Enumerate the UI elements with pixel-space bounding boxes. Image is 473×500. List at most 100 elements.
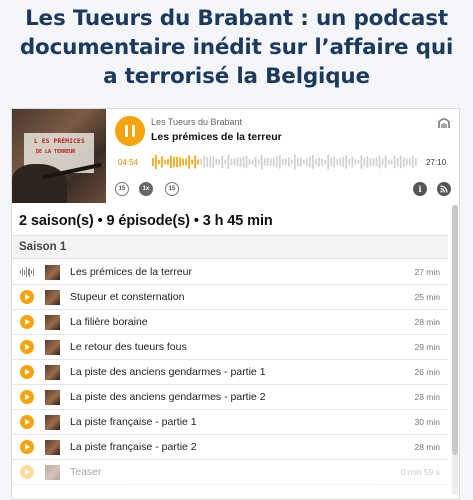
episode-row[interactable]: Stupeur et consternation 25 min	[12, 285, 448, 310]
play-icon[interactable]	[20, 340, 34, 354]
waveform-bar	[182, 158, 184, 166]
waveform-bar	[360, 155, 363, 169]
waveform-bar	[294, 154, 296, 170]
waveform-bar	[254, 156, 257, 168]
rewind-15-button[interactable]: 15	[115, 182, 129, 196]
waveform-bar	[155, 154, 157, 170]
waveform-bar	[342, 157, 345, 167]
episode-list-scrollbar[interactable]	[452, 205, 458, 495]
waveform-bar	[411, 156, 414, 168]
waveform-bar	[399, 155, 402, 169]
rss-button[interactable]	[437, 182, 451, 196]
ausha-logo-icon[interactable]	[437, 116, 451, 130]
waveform-bar	[348, 158, 351, 166]
waveform-bar	[245, 155, 248, 169]
play-icon[interactable]	[20, 365, 34, 379]
waveform-bar	[309, 156, 311, 168]
waveform-bar	[369, 158, 372, 166]
episode-duration: 28 min	[414, 317, 440, 327]
play-icon[interactable]	[20, 465, 34, 479]
playback-speed-button[interactable]: 1x	[139, 182, 153, 196]
episode-list: Les prémices de la terreur 27 min Stupeur …	[12, 260, 448, 485]
waveform-progress[interactable]	[152, 153, 418, 171]
waveform-bar	[357, 159, 360, 165]
episode-thumbnail	[45, 415, 60, 430]
episode-row[interactable]: La piste des anciens gendarmes - partie …	[12, 360, 448, 385]
waveform-bar	[197, 159, 199, 165]
episode-title: La piste des anciens gendarmes - partie …	[70, 366, 266, 378]
play-icon[interactable]	[20, 415, 34, 429]
waveform-bar	[393, 155, 396, 169]
episode-row[interactable]: La filière boraine 28 min	[12, 310, 448, 335]
episode-title: Stupeur et consternation	[70, 291, 185, 303]
waveform-bar	[387, 159, 390, 165]
episode-row[interactable]: La piste des anciens gendarmes - partie …	[12, 385, 448, 410]
waveform-bar	[242, 156, 245, 168]
waveform-bar	[230, 158, 233, 166]
episode-duration: 27 min	[414, 267, 440, 277]
waveform-bar	[330, 157, 332, 167]
waveform-icon	[20, 265, 34, 279]
episode-row[interactable]: La piste française - partie 1 30 min	[12, 410, 448, 435]
play-icon[interactable]	[20, 440, 34, 454]
pause-icon	[125, 125, 135, 137]
waveform-bar	[281, 158, 284, 166]
waveform-bar	[315, 158, 317, 166]
headline-line-2: documentaire inédit sur l’affaire qui	[19, 35, 454, 60]
episode-row[interactable]: Teaser 0 min 59 s	[12, 460, 448, 485]
waveform-bar	[381, 158, 384, 166]
episode-thumbnail	[45, 365, 60, 380]
waveform-bar	[179, 157, 181, 167]
waveform-bar	[396, 158, 399, 166]
waveform-bar	[203, 156, 206, 168]
waveform-bar	[336, 159, 339, 165]
waveform-bar	[185, 158, 187, 166]
episode-duration: 25 min	[414, 292, 440, 302]
waveform-bar	[224, 159, 227, 165]
waveform-bar	[200, 158, 203, 166]
playlist-summary: 2 saison(s) • 9 épisode(s) • 3 h 45 min	[19, 213, 273, 229]
headline-line-3: a terrorisé la Belgique	[103, 64, 370, 89]
waveform-bar	[227, 154, 230, 169]
forward-15-button[interactable]: 15	[165, 182, 179, 196]
waveform-bar	[339, 158, 342, 166]
headline-line-1: Les Tueurs du Brabant : un podcast	[25, 6, 448, 31]
waveform-bar	[324, 159, 326, 165]
waveform-bar	[303, 159, 305, 165]
current-episode-title: Les prémices de la terreur	[151, 131, 282, 143]
episode-title: La filière boraine	[70, 316, 148, 328]
waveform-bar	[306, 158, 308, 166]
waveform-bar	[251, 159, 254, 165]
waveform-bar	[176, 156, 178, 168]
episode-row[interactable]: Les prémices de la terreur 27 min	[12, 260, 448, 285]
episode-thumbnail	[45, 315, 60, 330]
waveform-bar	[221, 155, 224, 169]
episode-duration: 26 min	[414, 367, 440, 377]
episode-row[interactable]: Le retour des tueurs fous 29 min	[12, 335, 448, 360]
episode-duration: 30 min	[414, 417, 440, 427]
season-header[interactable]: Saison 1	[12, 235, 448, 259]
play-icon[interactable]	[20, 290, 34, 304]
play-icon[interactable]	[20, 315, 34, 329]
waveform-bar	[257, 159, 260, 165]
cover-text-line-2: DE LA TERREUR	[36, 149, 76, 155]
play-icon[interactable]	[20, 390, 34, 404]
episode-title: La piste des anciens gendarmes - partie …	[70, 391, 266, 403]
episode-thumbnail	[45, 390, 60, 405]
waveform-bar	[288, 157, 290, 167]
episode-thumbnail	[45, 465, 60, 480]
pause-button[interactable]	[115, 116, 145, 146]
info-button[interactable]: i	[413, 182, 427, 196]
episode-row[interactable]: La piste française - partie 2 28 min	[12, 435, 448, 460]
waveform-bar	[285, 158, 287, 166]
episode-duration: 28 min	[414, 442, 440, 452]
episode-duration: 0 min 59 s	[400, 467, 440, 477]
waveform-bar	[327, 154, 329, 170]
waveform-bar	[248, 158, 251, 166]
episode-duration: 28 min	[414, 392, 440, 402]
waveform-bar	[236, 157, 239, 167]
waveform-bar	[372, 158, 375, 166]
waveform-bar	[194, 155, 196, 169]
episode-thumbnail	[45, 340, 60, 355]
waveform-bar	[275, 156, 278, 168]
